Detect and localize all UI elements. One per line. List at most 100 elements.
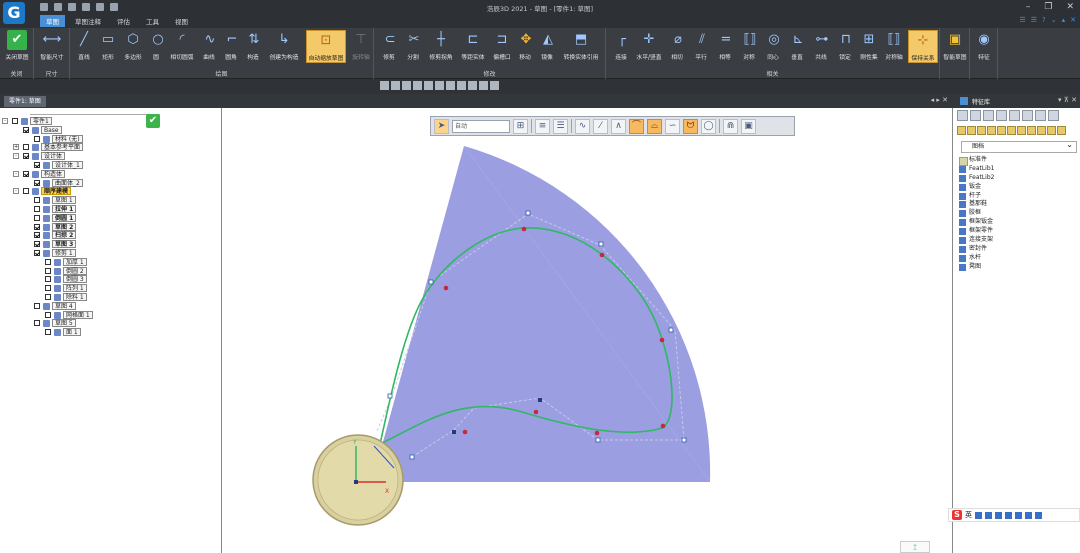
construction-button[interactable]: ⇅ 构造 — [244, 30, 262, 61]
lib-tool-6-icon[interactable] — [1022, 110, 1033, 121]
lib-action-8-icon[interactable] — [1027, 126, 1036, 135]
minimize-icon[interactable]: – — [1026, 2, 1031, 12]
curve-button[interactable]: ∿ 曲线 — [200, 30, 218, 61]
lib-action-3-icon[interactable] — [977, 126, 986, 135]
tree-checkbox[interactable] — [34, 320, 40, 327]
rectangle-button[interactable]: ▭ 矩形 — [98, 30, 118, 61]
tree-node[interactable]: 材料 (无) — [0, 134, 222, 144]
tree-checkbox[interactable] — [34, 223, 40, 230]
ime-skin-icon[interactable] — [1015, 511, 1022, 519]
library-item[interactable]: 基那鞋 — [959, 200, 994, 209]
library-item[interactable]: FeatLib2 — [959, 174, 994, 183]
tree-node[interactable]: 曲面体_2 — [0, 178, 222, 188]
tree-checkbox[interactable] — [34, 197, 40, 204]
tree-checkbox[interactable] — [45, 267, 51, 274]
render-icon[interactable] — [479, 81, 488, 90]
search-icon[interactable] — [1057, 126, 1066, 135]
tree-node[interactable]: - 构造体 — [0, 169, 222, 179]
panel-pin-icon[interactable]: ▾ ⊼ ✕ — [1058, 96, 1077, 104]
tab-view[interactable]: 视图 — [169, 15, 194, 27]
view-orientation-icon[interactable]: ↥ — [900, 541, 930, 553]
curve-option-9[interactable]: ⋒ — [723, 118, 738, 134]
mirror-button[interactable]: ◭ 镜像 — [538, 30, 556, 61]
tree-checkbox[interactable] — [34, 302, 40, 309]
tree-filter-input[interactable] — [30, 110, 160, 115]
tree-node[interactable]: Base — [0, 125, 222, 135]
tree-checkbox[interactable] — [34, 205, 40, 212]
minimize-ribbon-icon[interactable]: ▴ — [1062, 16, 1066, 24]
lib-tool-5-icon[interactable] — [1009, 110, 1020, 121]
lib-action-9-icon[interactable] — [1037, 126, 1046, 135]
tree-node[interactable]: 草图 5 — [0, 319, 222, 328]
tangent-button[interactable]: ⌀ 相切 — [668, 30, 686, 61]
sogou-icon[interactable]: S — [952, 510, 962, 520]
ime-tools-icon[interactable] — [1025, 511, 1032, 519]
tree-checkbox[interactable] — [34, 232, 40, 239]
feature-button[interactable]: ◉ 特征 — [972, 30, 996, 61]
library-item[interactable]: 框架零件 — [959, 227, 994, 236]
library-item[interactable]: 标准件 — [959, 156, 994, 166]
layout-icon[interactable]: ☰ — [1031, 16, 1037, 24]
tree-node[interactable]: 拉伸 1 — [0, 204, 222, 214]
tree-node[interactable]: - 顺序建模 — [0, 187, 222, 196]
ime-menu-icon[interactable] — [1035, 511, 1042, 519]
lib-tool-4-icon[interactable] — [996, 110, 1007, 121]
tree-node[interactable]: 设计体_1 — [0, 160, 222, 170]
library-item[interactable]: FeatLib1 — [959, 165, 994, 174]
curve-option-7[interactable]: ᗢ — [683, 118, 698, 134]
tree-checkbox[interactable] — [34, 135, 40, 142]
document-tab[interactable]: 零件1: 草图 — [4, 96, 46, 107]
tab-evaluate[interactable]: 评估 — [111, 15, 136, 27]
tree-node[interactable]: - 零件1 — [0, 117, 222, 126]
lib-action-7-icon[interactable] — [1017, 126, 1026, 135]
tree-checkbox[interactable] — [34, 214, 40, 221]
tree-checkbox[interactable] — [34, 249, 40, 256]
wireframe-icon[interactable] — [457, 81, 466, 90]
parallel-button[interactable]: ⫽ 平行 — [692, 30, 710, 61]
curve-option-4[interactable]: ⌒ — [629, 118, 644, 134]
tree-node[interactable]: 草图 1 — [0, 196, 222, 205]
tree-node[interactable]: 草图 2 — [0, 222, 222, 232]
tree-node[interactable]: 草图 3 — [0, 240, 222, 249]
shade-icon[interactable] — [446, 81, 455, 90]
restore-icon[interactable]: ❐ — [1044, 2, 1052, 12]
trim-button[interactable]: ⊂ 修剪 — [380, 30, 398, 61]
library-item[interactable]: 水杆 — [959, 254, 994, 263]
tree-node[interactable]: 除料 1 — [0, 292, 222, 302]
perpendicular-button[interactable]: ⊾ 垂直 — [788, 30, 806, 61]
select-icon[interactable] — [380, 81, 389, 90]
circle-button[interactable]: ○ 圆 — [148, 30, 164, 61]
options-icon[interactable]: ☰ — [1019, 16, 1025, 24]
library-item[interactable]: 胶框 — [959, 209, 994, 218]
tree-node[interactable]: + 基本参考平面 — [0, 143, 222, 152]
tree-node[interactable]: 加厚 1 — [0, 257, 222, 267]
ime-language[interactable]: 英 — [965, 510, 972, 520]
tab-sketch-annotation[interactable]: 草图注释 — [69, 15, 107, 27]
tree-node[interactable]: 草图 4 — [0, 301, 222, 311]
curve-option-5[interactable]: ⌓ — [647, 118, 662, 134]
equidistant-button[interactable]: ⊏ 等距实体 — [458, 30, 488, 61]
rotate-axis-button[interactable]: ⊤ 旋转轴 — [350, 30, 372, 61]
curve-option-3[interactable]: ∧ — [611, 118, 626, 134]
create-construction-button[interactable]: ↳ 创建为构造 — [266, 30, 302, 61]
color-icon[interactable] — [490, 81, 499, 90]
close-sketch-button[interactable]: ✔ 关闭草图 — [3, 30, 31, 61]
tree-toggle-icon[interactable]: - — [13, 170, 19, 177]
lib-tool-7-icon[interactable] — [1035, 110, 1046, 121]
lib-action-5-icon[interactable] — [997, 126, 1006, 135]
tree-node[interactable]: - 设计体 — [0, 152, 222, 161]
library-item[interactable]: 密封件 — [959, 245, 994, 254]
ime-voice-icon[interactable] — [995, 511, 1002, 519]
auto-scale-sketch-button[interactable]: ⊡ 自动缩放草图 — [306, 30, 346, 63]
trim-corner-button[interactable]: ┼ 修剪拐角 — [426, 30, 456, 61]
tree-checkbox[interactable] — [34, 241, 40, 248]
option-button-3[interactable]: ☰ — [553, 118, 568, 134]
fit-icon[interactable] — [402, 81, 411, 90]
chevron-down-icon[interactable]: ⌄ — [1051, 16, 1057, 24]
select-tool-button[interactable]: ➤ — [434, 118, 449, 134]
curve-option-2[interactable]: ⁄ — [593, 118, 608, 134]
horizontal-vertical-button[interactable]: ✛ 水平/竖直 — [634, 30, 664, 61]
tab-sketch[interactable]: 草图 — [40, 15, 65, 27]
line-button[interactable]: ╱ 直线 — [74, 30, 94, 61]
tree-checkbox[interactable] — [45, 258, 51, 265]
